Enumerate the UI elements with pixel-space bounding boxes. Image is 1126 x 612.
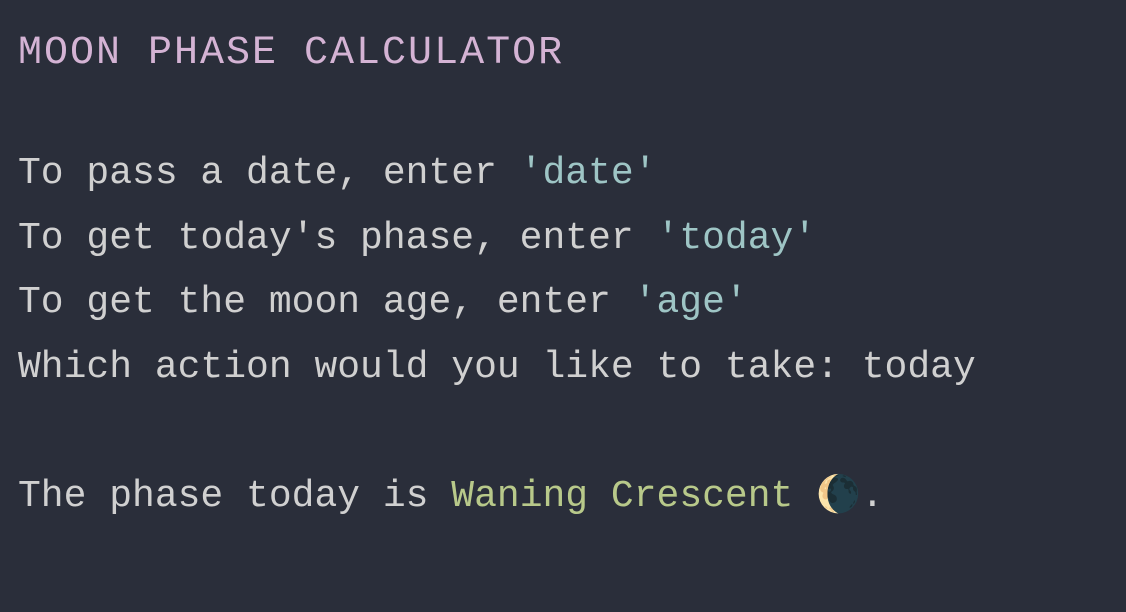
result-suffix: . <box>861 475 884 518</box>
moon-icon: 🌘 <box>816 476 861 517</box>
instruction-age-text: To get the moon age, enter <box>18 281 634 324</box>
instruction-age: To get the moon age, enter 'age' <box>18 271 1108 336</box>
instruction-today: To get today's phase, enter 'today' <box>18 207 1108 272</box>
instruction-date-literal: 'date' <box>520 152 657 195</box>
prompt-line[interactable]: Which action would you like to take: tod… <box>18 336 1108 401</box>
instruction-age-literal: 'age' <box>634 281 748 324</box>
result-line: The phase today is Waning Crescent 🌘. <box>18 465 1108 530</box>
prompt-text: Which action would you like to take: <box>18 346 862 389</box>
instruction-date: To pass a date, enter 'date' <box>18 142 1108 207</box>
blank-line <box>18 400 1108 465</box>
result-space <box>793 475 816 518</box>
result-phase: Waning Crescent <box>451 475 793 518</box>
result-prefix: The phase today is <box>18 475 451 518</box>
instruction-today-literal: 'today' <box>657 217 817 260</box>
instruction-date-text: To pass a date, enter <box>18 152 520 195</box>
terminal-output: To pass a date, enter 'date' To get toda… <box>18 142 1108 530</box>
app-title: MOON PHASE CALCULATOR <box>18 20 1108 88</box>
instruction-today-text: To get today's phase, enter <box>18 217 657 260</box>
user-input[interactable]: today <box>862 346 976 389</box>
